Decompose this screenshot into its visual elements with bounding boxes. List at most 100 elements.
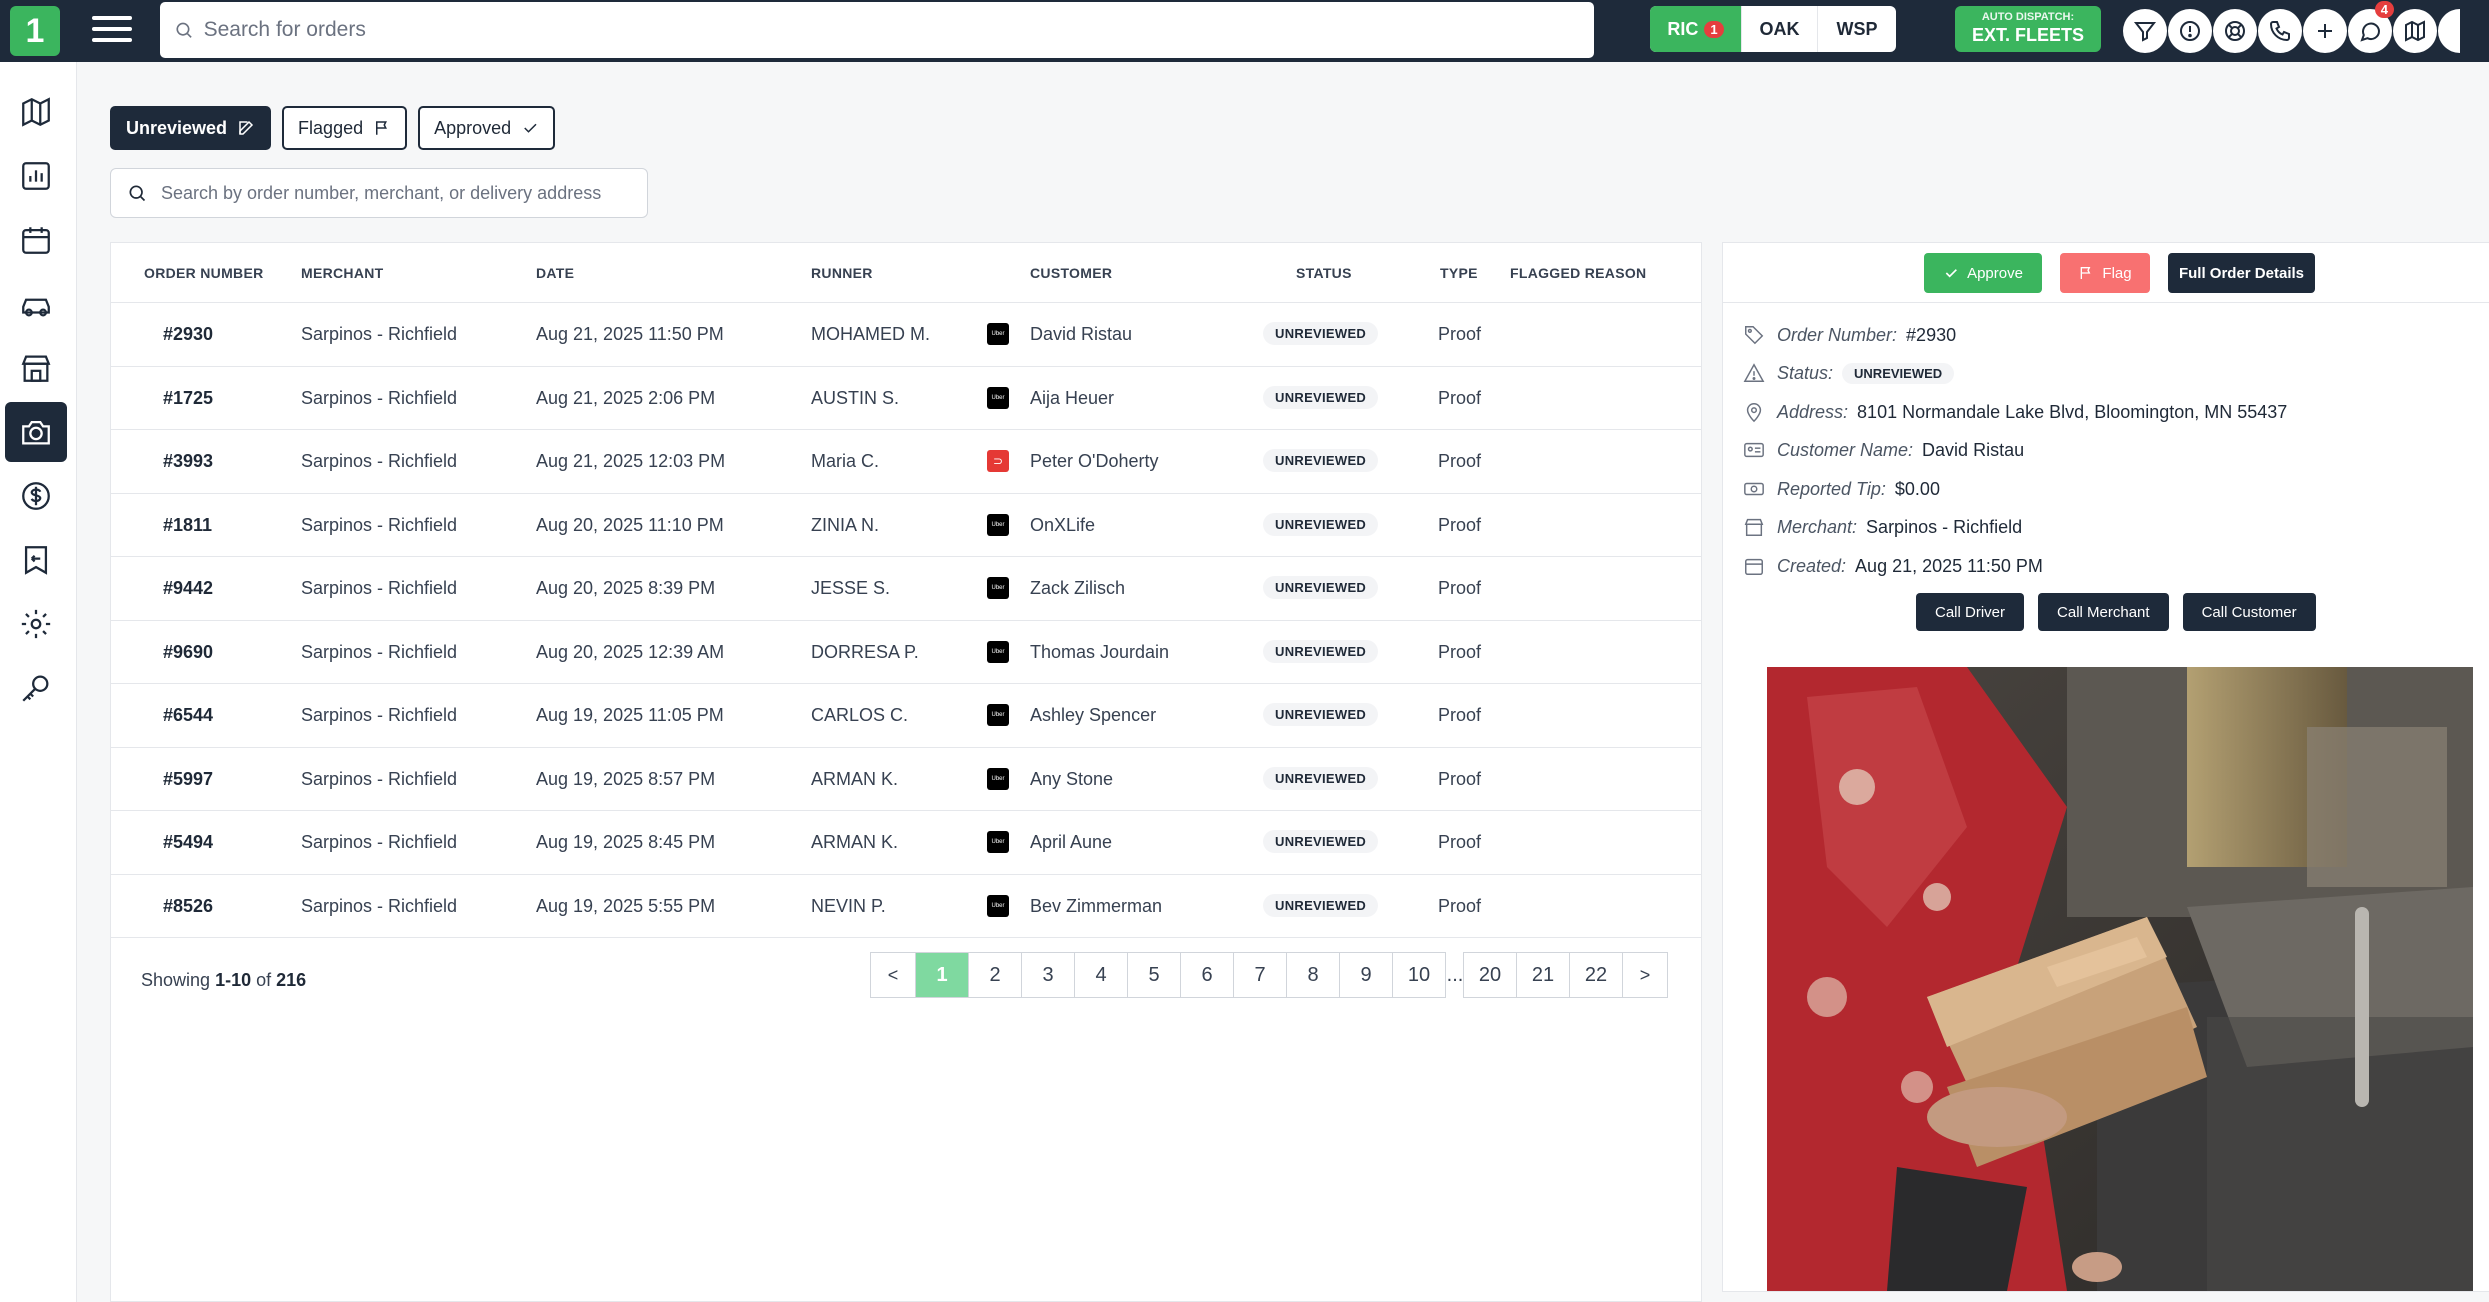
approve-button[interactable]: Approve: [1924, 253, 2042, 293]
col-merchant[interactable]: MERCHANT: [301, 265, 384, 281]
alert-icon[interactable]: [2168, 9, 2212, 53]
merchant-cell: Sarpinos - Richfield: [301, 832, 458, 852]
next-page-button[interactable]: >: [1622, 952, 1668, 998]
page-button-10[interactable]: 10: [1392, 952, 1446, 998]
customer-cell: Any Stone: [1030, 768, 1114, 789]
full-details-label: Full Order Details: [2178, 264, 2305, 282]
search-icon: [129, 185, 146, 202]
page-button-4[interactable]: 4: [1074, 952, 1128, 998]
page-button-20[interactable]: 20: [1463, 952, 1517, 998]
table-row[interactable]: #3993 Sarpinos - Richfield Aug 21, 2025 12…: [111, 430, 1701, 494]
table-row[interactable]: #2930 Sarpinos - Richfield Aug 21, 2025 11…: [111, 303, 1701, 367]
table-row[interactable]: #9442 Sarpinos - Richfield Aug 20, 2025 8:…: [111, 557, 1701, 621]
page-button-3[interactable]: 3: [1021, 952, 1075, 998]
status-badge: UNREVIEWED: [1263, 322, 1379, 345]
global-search-bar[interactable]: [160, 2, 1594, 58]
order-search-input[interactable]: [161, 182, 621, 204]
settings-nav-icon[interactable]: [5, 594, 67, 654]
chat-icon[interactable]: 4: [2348, 1, 2394, 53]
global-search-input[interactable]: [203, 18, 1594, 42]
auto-dispatch-button[interactable]: AUTO DISPATCH: EXT. FLEETS: [1955, 6, 2101, 52]
user-icon[interactable]: [2438, 9, 2460, 53]
customer-cell: OnXLife: [1030, 514, 1096, 535]
info-address: Address: 8101 Normandale Lake Blvd, Bloo…: [1743, 400, 2287, 424]
market-label: OAK: [1759, 18, 1800, 39]
phone-icon[interactable]: [2258, 9, 2302, 53]
showing-total: 216: [276, 970, 307, 990]
map-nav-icon[interactable]: [5, 82, 67, 142]
refund-nav-icon[interactable]: [5, 530, 67, 590]
plus-icon[interactable]: [2303, 9, 2347, 53]
uber-logo-icon: Uber: [987, 704, 1009, 726]
col-status[interactable]: STATUS: [1296, 265, 1352, 281]
col-customer[interactable]: CUSTOMER: [1030, 265, 1112, 281]
market-label: WSP: [1836, 18, 1878, 39]
table-row[interactable]: #8526 Sarpinos - Richfield Aug 19, 2025 5:…: [111, 875, 1701, 938]
date-cell: Aug 21, 2025 11:50 PM: [536, 324, 724, 344]
prev-page-button[interactable]: <: [870, 952, 916, 998]
call-merchant-button[interactable]: Call Merchant: [2038, 593, 2169, 631]
date-cell: Aug 21, 2025 12:03 PM: [536, 451, 726, 471]
unreviewed-filter-button[interactable]: Unreviewed: [110, 106, 272, 150]
market-ric[interactable]: RIC 1: [1650, 6, 1742, 52]
location-pin-icon: [1746, 403, 1762, 423]
call-customer-button[interactable]: Call Customer: [2182, 593, 2316, 631]
review-filter-tabs: Unreviewed Flagged Approved: [110, 106, 556, 150]
calendar-nav-icon[interactable]: [5, 210, 67, 270]
car-nav-icon[interactable]: [5, 274, 67, 334]
page-button-9[interactable]: 9: [1339, 952, 1393, 998]
page-button-8[interactable]: 8: [1286, 952, 1340, 998]
camera-nav-icon[interactable]: [5, 402, 67, 462]
table-row[interactable]: #1725 Sarpinos - Richfield Aug 21, 2025 2:…: [111, 367, 1701, 430]
table-row[interactable]: #6544 Sarpinos - Richfield Aug 19, 2025 11…: [111, 684, 1701, 748]
page-button-1[interactable]: 1: [915, 952, 969, 998]
merchant-cell: Sarpinos - Richfield: [301, 578, 458, 598]
type-cell: Proof: [1438, 514, 1482, 535]
map-icon[interactable]: [2393, 9, 2437, 53]
support-icon[interactable]: [2213, 9, 2257, 53]
uber-logo-icon: Uber: [987, 640, 1009, 663]
uber-logo-icon: Uber: [987, 577, 1009, 599]
approved-filter-button[interactable]: Approved: [418, 106, 556, 150]
flag-button[interactable]: Flag: [2060, 253, 2150, 293]
app-logo[interactable]: 1: [10, 6, 60, 56]
merchant-cell: Sarpinos - Richfield: [301, 641, 458, 662]
page-button-5[interactable]: 5: [1127, 952, 1181, 998]
analytics-nav-icon[interactable]: [5, 146, 67, 206]
table-row[interactable]: #1811 Sarpinos - Richfield Aug 20, 2025 11…: [111, 494, 1701, 557]
dollar-nav-icon[interactable]: [5, 466, 67, 526]
runner-cell: MOHAMED M.: [811, 324, 930, 344]
col-date[interactable]: DATE: [536, 265, 574, 281]
merchant-cell: Sarpinos - Richfield: [301, 514, 458, 535]
page-button-2[interactable]: 2: [968, 952, 1022, 998]
table-row[interactable]: #5997 Sarpinos - Richfield Aug 19, 2025 8:…: [111, 748, 1701, 811]
runner-cell: Maria C.: [811, 451, 880, 471]
customer-cell: Aija Heuer: [1030, 387, 1115, 408]
filter-icon[interactable]: [2123, 9, 2167, 53]
page-button-6[interactable]: 6: [1180, 952, 1234, 998]
order-number-cell: #6544: [163, 705, 214, 725]
col-order-number[interactable]: ORDER NUMBER: [144, 265, 264, 281]
market-wsp[interactable]: WSP: [1818, 6, 1896, 52]
order-number-cell: #1811: [163, 514, 213, 535]
key-nav-icon[interactable]: [5, 658, 67, 718]
flagged-filter-button[interactable]: Flagged: [282, 106, 408, 150]
page-button-7[interactable]: 7: [1233, 952, 1287, 998]
store-nav-icon[interactable]: [5, 338, 67, 398]
tag-icon: [1745, 326, 1764, 345]
col-runner[interactable]: RUNNER: [811, 265, 873, 281]
page-button-22[interactable]: 22: [1569, 952, 1623, 998]
call-driver-button[interactable]: Call Driver: [1916, 593, 2025, 631]
col-flagged-reason[interactable]: FLAGGED REASON: [1510, 265, 1646, 281]
market-oak[interactable]: OAK: [1742, 6, 1818, 52]
status-badge: UNREVIEWED: [1263, 639, 1379, 663]
page-button-21[interactable]: 21: [1516, 952, 1570, 998]
table-row[interactable]: #9690 Sarpinos - Richfield Aug 20, 2025 12…: [111, 621, 1701, 684]
proof-of-delivery-photo[interactable]: [1767, 667, 2473, 1291]
table-row[interactable]: #5494 Sarpinos - Richfield Aug 19, 2025 8:…: [111, 811, 1701, 875]
full-order-details-button[interactable]: Full Order Details: [2168, 253, 2315, 293]
col-type[interactable]: TYPE: [1440, 265, 1478, 281]
order-number-cell: #1725: [163, 387, 214, 408]
order-search-field[interactable]: [110, 168, 648, 218]
menu-icon[interactable]: [92, 16, 132, 46]
